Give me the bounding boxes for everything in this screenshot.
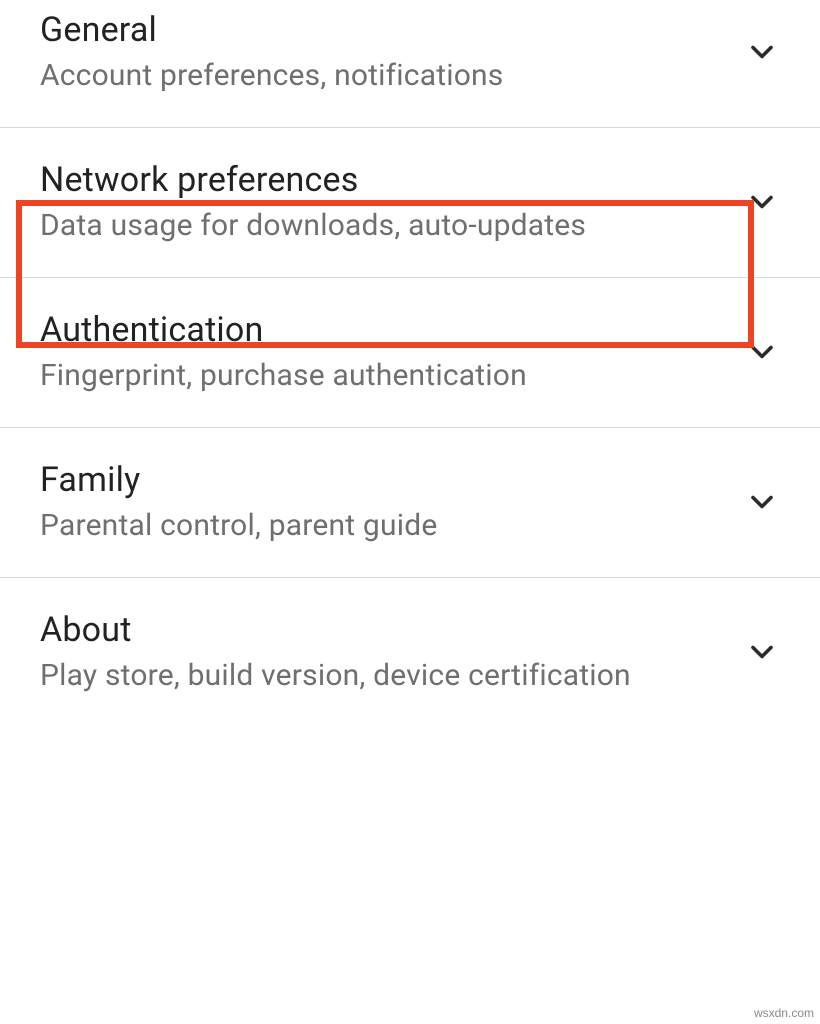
chevron-down-icon bbox=[744, 34, 780, 70]
settings-item-subtitle: Fingerprint, purchase authentication bbox=[40, 358, 724, 393]
settings-item-title: Family bbox=[40, 460, 724, 500]
settings-item-subtitle: Play store, build version, device certif… bbox=[40, 658, 724, 693]
chevron-down-icon bbox=[744, 184, 780, 220]
settings-item-authentication[interactable]: Authentication Fingerprint, purchase aut… bbox=[0, 278, 820, 428]
settings-list: General Account preferences, notificatio… bbox=[0, 0, 820, 711]
watermark: wsxdn.com bbox=[754, 1006, 814, 1020]
settings-item-family[interactable]: Family Parental control, parent guide bbox=[0, 428, 820, 578]
settings-item-title: General bbox=[40, 10, 724, 50]
chevron-down-icon bbox=[744, 634, 780, 670]
settings-item-about[interactable]: About Play store, build version, device … bbox=[0, 578, 820, 711]
settings-item-text: Family Parental control, parent guide bbox=[40, 460, 724, 543]
settings-item-subtitle: Data usage for downloads, auto-updates bbox=[40, 208, 724, 243]
chevron-down-icon bbox=[744, 334, 780, 370]
settings-item-title: Authentication bbox=[40, 310, 724, 350]
settings-item-title: Network preferences bbox=[40, 160, 724, 200]
chevron-down-icon bbox=[744, 484, 780, 520]
settings-item-title: About bbox=[40, 610, 724, 650]
settings-item-text: General Account preferences, notificatio… bbox=[40, 10, 724, 93]
settings-item-text: Authentication Fingerprint, purchase aut… bbox=[40, 310, 724, 393]
settings-item-text: Network preferences Data usage for downl… bbox=[40, 160, 724, 243]
settings-item-network-preferences[interactable]: Network preferences Data usage for downl… bbox=[0, 128, 820, 278]
settings-item-subtitle: Parental control, parent guide bbox=[40, 508, 724, 543]
settings-item-subtitle: Account preferences, notifications bbox=[40, 58, 724, 93]
settings-item-text: About Play store, build version, device … bbox=[40, 610, 724, 693]
settings-item-general[interactable]: General Account preferences, notificatio… bbox=[0, 0, 820, 128]
